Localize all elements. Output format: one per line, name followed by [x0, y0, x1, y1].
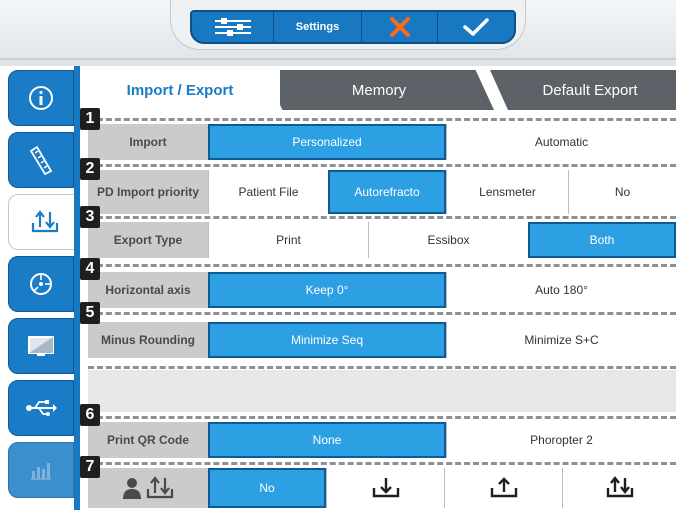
tab-memory[interactable]: Memory	[264, 70, 494, 110]
close-icon	[389, 17, 410, 37]
target-icon	[30, 273, 52, 295]
sidebar-tab-chart[interactable]	[8, 442, 74, 498]
minus-rounding-row: Minus Rounding Minimize Seq Minimize S+C	[88, 322, 676, 358]
qr-option-none[interactable]: None	[208, 422, 446, 458]
row-number-3: 3	[80, 206, 100, 228]
tab-strip: Default Export Memory Import / Export	[80, 66, 676, 114]
transfer-option-import[interactable]	[326, 468, 444, 508]
export-option-print[interactable]: Print	[208, 222, 368, 258]
import-export-icon	[31, 210, 58, 233]
transfer-option-export[interactable]	[444, 468, 562, 508]
row-number-6: 6	[80, 404, 100, 426]
usb-icon	[26, 400, 57, 416]
row-divider	[88, 216, 676, 219]
sidebar-tab-usb[interactable]	[8, 380, 74, 436]
row-number-4: 4	[80, 258, 100, 280]
row-divider	[88, 118, 676, 121]
sidebar-tab-ruler[interactable]	[8, 132, 74, 188]
pd-priority-label: PD Import priority	[88, 170, 208, 214]
row-divider	[88, 164, 676, 167]
sidebar-tab-display[interactable]	[8, 318, 74, 374]
transfer-option-no[interactable]: No	[208, 468, 326, 508]
import-export-icon	[606, 476, 633, 498]
qr-code-row: Print QR Code None Phoropter 2	[88, 422, 676, 458]
chart-icon	[31, 463, 51, 480]
import-option-automatic[interactable]: Automatic	[446, 124, 676, 160]
checkmark-icon	[463, 18, 489, 36]
export-option-both[interactable]: Both	[528, 222, 676, 258]
horizontal-axis-label: Horizontal axis	[88, 272, 208, 308]
pd-priority-row: PD Import priority Patient File Autorefr…	[88, 170, 676, 214]
info-icon	[29, 86, 53, 110]
user-transfer-row: No	[88, 468, 676, 508]
settings-sliders-button[interactable]	[192, 12, 274, 42]
row-number-7: 7	[80, 456, 100, 478]
horizontal-axis-row: Horizontal axis Keep 0° Auto 180°	[88, 272, 676, 308]
sliders-icon	[214, 18, 251, 36]
sidebar-tab-import-export[interactable]	[8, 194, 80, 250]
rounding-option-minimize-sc[interactable]: Minimize S+C	[446, 322, 676, 358]
import-label: Import	[88, 124, 208, 160]
row-divider	[88, 264, 676, 267]
pd-option-patient-file[interactable]: Patient File	[208, 170, 328, 214]
toolbar-button-group: Settings	[190, 10, 516, 44]
user-import-export-icon	[123, 476, 174, 499]
row-divider	[88, 462, 676, 465]
pd-option-no[interactable]: No	[568, 170, 676, 214]
empty-row	[88, 370, 676, 412]
import-option-personalized[interactable]: Personalized	[208, 124, 446, 160]
tab-import-export[interactable]: Import / Export	[80, 70, 280, 110]
row-divider	[88, 416, 676, 419]
row-number-1: 1	[80, 108, 100, 130]
confirm-button[interactable]	[438, 12, 514, 42]
pd-option-autorefracto[interactable]: Autorefracto	[328, 170, 446, 214]
pd-option-lensmeter[interactable]: Lensmeter	[446, 170, 568, 214]
user-transfer-label	[88, 468, 208, 508]
download-icon	[372, 478, 399, 498]
display-icon	[28, 336, 54, 356]
export-type-label: Export Type	[88, 222, 208, 258]
upload-icon	[490, 477, 517, 498]
qr-option-phoropter[interactable]: Phoropter 2	[446, 422, 676, 458]
axis-option-auto[interactable]: Auto 180°	[446, 272, 676, 308]
transfer-option-both[interactable]	[562, 468, 676, 508]
toolbar-divider	[0, 58, 676, 60]
tab-strip-base	[80, 110, 676, 114]
settings-content: Default Export Memory Import / Export 1 …	[80, 66, 676, 510]
export-type-row: Export Type Print Essibox Both	[88, 222, 676, 258]
settings-title: Settings	[274, 12, 362, 42]
cancel-button[interactable]	[362, 12, 438, 42]
rounding-option-minimize-seq[interactable]: Minimize Seq	[208, 322, 446, 358]
row-number-2: 2	[80, 158, 100, 180]
qr-code-label: Print QR Code	[88, 422, 208, 458]
sidebar-tab-info[interactable]	[8, 70, 74, 126]
sidebar-tab-target[interactable]	[8, 256, 74, 312]
axis-option-keep[interactable]: Keep 0°	[208, 272, 446, 308]
ruler-icon	[29, 145, 53, 175]
top-toolbar: Settings	[0, 0, 676, 66]
row-divider	[88, 312, 676, 315]
row-number-5: 5	[80, 302, 100, 324]
row-divider	[88, 366, 676, 369]
minus-rounding-label: Minus Rounding	[88, 322, 208, 358]
import-row: Import Personalized Automatic	[88, 124, 676, 160]
export-option-essibox[interactable]: Essibox	[368, 222, 528, 258]
tab-default-export[interactable]: Default Export	[490, 70, 676, 110]
